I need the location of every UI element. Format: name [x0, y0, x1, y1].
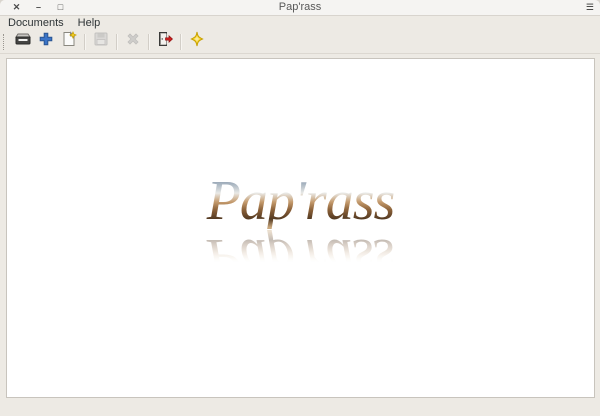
new-document-icon [61, 31, 77, 52]
quit-button[interactable] [155, 32, 175, 52]
toolbar-separator [116, 34, 118, 50]
plus-icon [38, 31, 54, 52]
toolbar-drag-handle[interactable] [3, 34, 7, 50]
content-frame: Pap'rass Pap'rass [0, 54, 600, 416]
window-controls: ✕ – □ [12, 0, 65, 15]
toolbar-separator [148, 34, 150, 50]
close-icon[interactable]: ✕ [12, 3, 21, 12]
logo-text: Pap'rass [7, 173, 594, 229]
exit-door-icon [157, 31, 173, 52]
menu-help[interactable]: Help [78, 16, 101, 30]
toolbar [0, 30, 600, 54]
delete-button [123, 32, 143, 52]
window-menu-icon[interactable]: ☰ [586, 0, 594, 15]
new-document-button[interactable] [59, 32, 79, 52]
delete-x-icon [125, 31, 141, 52]
sparkle-star-icon [189, 31, 205, 52]
floppy-save-icon [93, 31, 109, 52]
acquire-scan-button[interactable] [13, 32, 33, 52]
add-button[interactable] [36, 32, 56, 52]
toolbar-separator [180, 34, 182, 50]
titlebar: ✕ – □ Pap'rass ☰ [0, 0, 600, 16]
toolbar-separator [84, 34, 86, 50]
save-button [91, 32, 111, 52]
about-button[interactable] [187, 32, 207, 52]
window-title: Pap'rass [279, 0, 321, 15]
app-logo: Pap'rass Pap'rass [7, 173, 594, 286]
menubar: Documents Help [0, 16, 600, 30]
maximize-icon[interactable]: □ [56, 3, 65, 12]
minimize-icon[interactable]: – [34, 3, 43, 12]
menu-documents[interactable]: Documents [8, 16, 64, 30]
app-window: ✕ – □ Pap'rass ☰ Documents Help [0, 0, 600, 416]
scanner-icon [15, 31, 31, 52]
logo-reflection: Pap'rass [7, 230, 594, 286]
document-page: Pap'rass Pap'rass [6, 58, 595, 398]
